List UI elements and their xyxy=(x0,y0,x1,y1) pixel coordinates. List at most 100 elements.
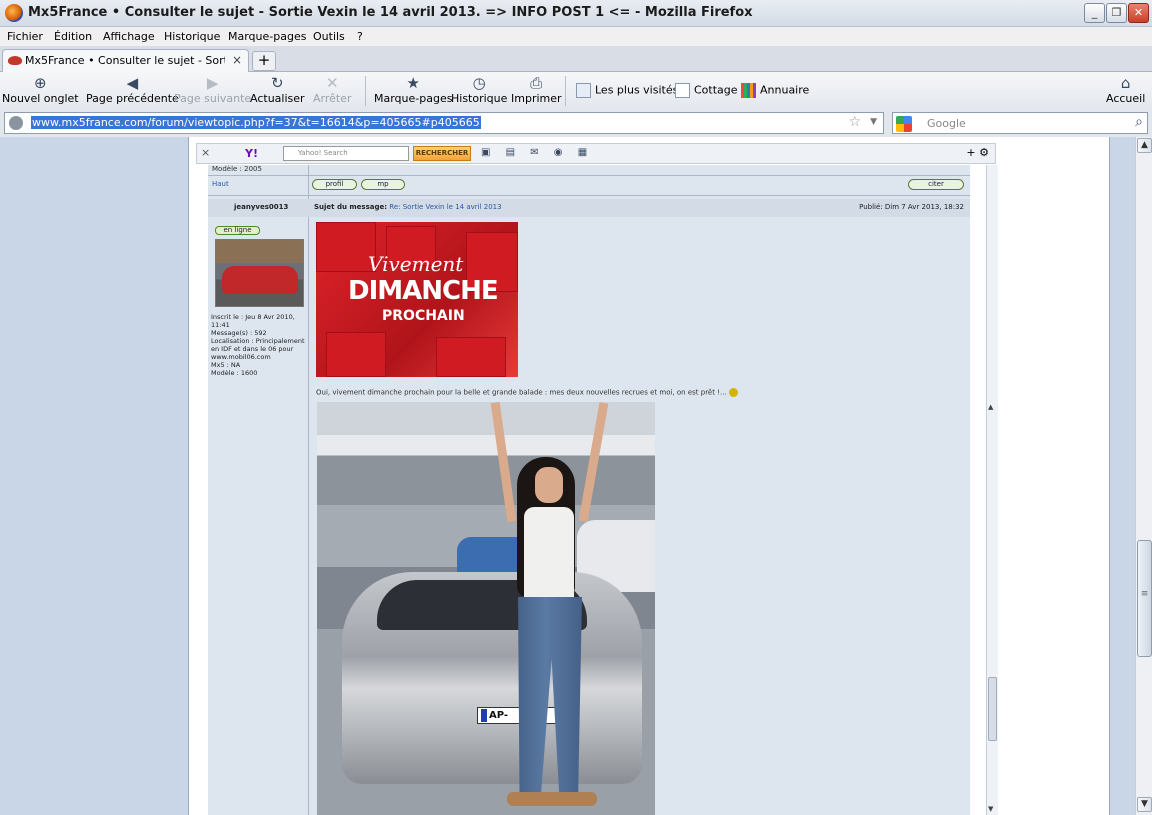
yahoo-search-button[interactable]: RECHERCHER xyxy=(413,146,471,161)
window-title: Mx5France • Consulter le sujet - Sortie … xyxy=(28,5,753,20)
new-tab-toolbar-button[interactable]: ⊕ Nouvel onglet xyxy=(2,74,79,105)
reload-button[interactable]: ↻ Actualiser xyxy=(250,74,305,105)
print-label: Imprimer xyxy=(511,92,562,105)
menu-outils[interactable]: Outils xyxy=(313,30,345,43)
post-author[interactable]: jeanyves0013 xyxy=(234,203,288,211)
bookmark-label: Cottage xyxy=(694,83,738,97)
inner-scroll-thumb[interactable] xyxy=(988,677,997,741)
inner-scroll-down-icon[interactable]: ▼ xyxy=(988,805,993,813)
profile-model: Modèle : 1600 xyxy=(211,369,258,377)
stop-label: Arrêter xyxy=(313,92,352,105)
title-bar: Mx5France • Consulter le sujet - Sortie … xyxy=(0,0,1152,27)
vivement-dimanche-image: Vivement DIMANCHE PROCHAIN xyxy=(316,222,518,377)
avatar xyxy=(215,239,304,307)
navigation-toolbar: ⊕ Nouvel onglet ◀ Page précédente ▶ Page… xyxy=(0,72,1152,110)
subject-link[interactable]: Re: Sortie Vexin le 14 avril 2013 xyxy=(389,203,501,211)
image-text-dimanche: DIMANCHE xyxy=(348,276,499,306)
inner-scroll-up-icon[interactable]: ▲ xyxy=(988,403,993,411)
tab-active[interactable]: Mx5France • Consulter le sujet - Sortie … xyxy=(2,49,249,72)
eu-band-icon xyxy=(481,708,487,722)
forward-arrow-icon: ▶ xyxy=(206,74,219,92)
profile-button[interactable]: profil xyxy=(312,179,357,190)
image-block xyxy=(436,337,506,377)
tab-close-icon[interactable]: × xyxy=(232,53,242,67)
history-button[interactable]: ◷ Historique xyxy=(451,74,507,105)
print-button[interactable]: ⎙ Imprimer xyxy=(511,74,562,105)
most-visited-icon xyxy=(576,83,591,98)
scroll-grip-icon: ≡ xyxy=(1140,589,1149,599)
menu-marque-pages[interactable]: Marque-pages xyxy=(228,30,306,43)
pm-button[interactable]: mp xyxy=(361,179,405,190)
home-label: Accueil xyxy=(1106,92,1146,105)
stop-icon: ✕ xyxy=(325,74,339,92)
url-row: www.mx5france.com/forum/viewtopic.php?f=… xyxy=(0,110,1152,137)
toolbar-separator xyxy=(565,76,566,106)
menu-edition[interactable]: Édition xyxy=(54,30,92,43)
quote-button[interactable]: citer xyxy=(908,179,964,190)
bookmark-most-visited[interactable]: Les plus visités xyxy=(576,83,678,98)
close-button[interactable]: ✕ xyxy=(1128,3,1149,23)
yahoo-toolbar: × Y! Yahoo! Search RECHERCHER ▣ ▤ ✉ ◉ ▦ … xyxy=(196,143,996,164)
post-body-text: Oui, vivement dimanche prochain pour la … xyxy=(316,388,727,397)
back-label: Page précédente xyxy=(86,92,179,105)
home-button[interactable]: ⌂ Accueil xyxy=(1106,74,1145,105)
profile-location: Localisation : Principalement en IDF et … xyxy=(211,337,305,361)
bookmark-cottage[interactable]: Cottage xyxy=(675,83,738,98)
scroll-thumb[interactable]: ≡ xyxy=(1137,540,1152,657)
person-arm-right xyxy=(578,402,609,522)
post-date: Publié: Dim 7 Avr 2013, 18:32 xyxy=(859,203,964,211)
new-tab-icon: ⊕ xyxy=(34,74,47,92)
toolbar-separator xyxy=(365,76,366,106)
forward-button[interactable]: ▶ Page suivante xyxy=(174,74,251,105)
yahoo-close-icon[interactable]: × xyxy=(201,146,210,159)
scroll-up-button[interactable]: ▲ xyxy=(1137,138,1152,153)
google-icon[interactable] xyxy=(896,116,912,132)
menu-bar: Fichier Édition Affichage Historique Mar… xyxy=(0,27,1152,46)
back-button[interactable]: ◀ Page précédente xyxy=(86,74,179,105)
page-background-left xyxy=(0,137,188,815)
bookmark-annuaire[interactable]: Annuaire xyxy=(741,83,809,98)
address-bar[interactable]: www.mx5france.com/forum/viewtopic.php?f=… xyxy=(4,112,884,134)
search-placeholder: Google xyxy=(927,117,966,130)
menu-affichage[interactable]: Affichage xyxy=(103,30,155,43)
forward-label: Page suivante xyxy=(174,92,252,105)
image-block xyxy=(326,332,386,377)
url-text[interactable]: www.mx5france.com/forum/viewtopic.php?f=… xyxy=(31,116,481,129)
menu-fichier[interactable]: Fichier xyxy=(7,30,43,43)
yahoo-toolbar-icons[interactable]: ▣ ▤ ✉ ◉ ▦ xyxy=(481,147,593,158)
bookmark-star-icon[interactable]: ☆ xyxy=(848,114,861,130)
profile-messages: Message(s) : 592 xyxy=(211,329,267,337)
minimize-button[interactable]: _ xyxy=(1084,3,1105,23)
row-divider xyxy=(208,195,970,196)
page-icon xyxy=(675,83,690,98)
reload-icon: ↻ xyxy=(270,74,284,92)
menu-historique[interactable]: Historique xyxy=(164,30,220,43)
inner-scrollbar-top[interactable] xyxy=(986,165,998,401)
page-background-right xyxy=(1110,137,1135,815)
online-badge: en ligne xyxy=(215,226,260,235)
plate-text: AP- xyxy=(489,710,509,721)
menu-help[interactable]: ? xyxy=(357,30,363,43)
bookmarks-button[interactable]: ★ Marque-pages xyxy=(374,74,452,105)
scroll-down-button[interactable]: ▼ xyxy=(1137,797,1152,812)
search-icon[interactable]: ⌕ xyxy=(1135,114,1143,130)
search-bar[interactable]: Google ⌕ xyxy=(892,112,1148,134)
reload-label: Actualiser xyxy=(250,92,305,105)
maximize-button[interactable]: ❐ xyxy=(1106,3,1127,23)
inner-scrollbar[interactable]: ▲ ▼ xyxy=(986,401,998,815)
top-link[interactable]: Haut xyxy=(212,180,229,188)
annuaire-icon xyxy=(741,83,756,98)
printer-icon: ⎙ xyxy=(530,74,543,92)
main-scrollbar[interactable]: ▲ ≡ ▼ xyxy=(1135,137,1152,815)
yahoo-logo-icon[interactable]: Y! xyxy=(245,147,258,160)
mx5-photo: AP- xyxy=(317,402,655,815)
yahoo-settings-icon[interactable]: + ⚙ xyxy=(966,146,989,159)
history-label: Historique xyxy=(451,92,508,105)
avatar-car-shape xyxy=(222,266,298,294)
new-tab-button[interactable]: + xyxy=(252,51,276,71)
yahoo-search-input[interactable]: Yahoo! Search xyxy=(283,146,409,161)
bookmarks-label: Marque-pages xyxy=(374,92,453,105)
image-block xyxy=(316,222,376,272)
url-dropdown-icon[interactable]: ▼ xyxy=(870,117,877,127)
stop-button[interactable]: ✕ Arrêter xyxy=(313,74,352,105)
